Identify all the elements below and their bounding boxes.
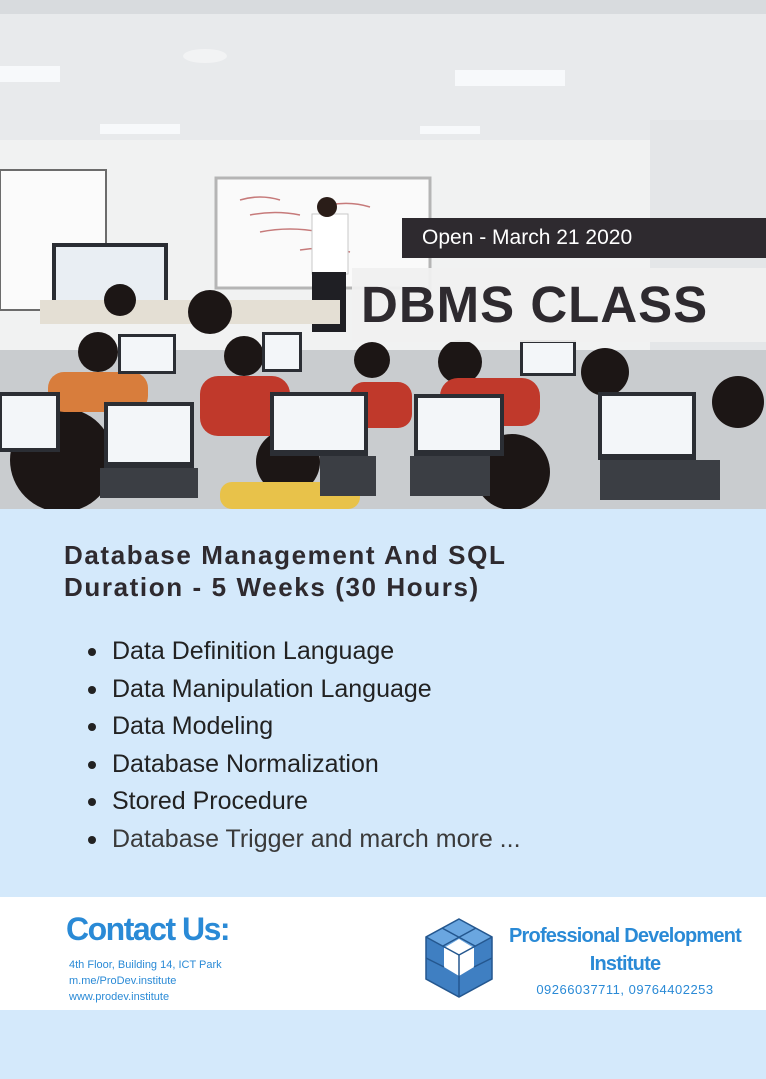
contact-details: 4th Floor, Building 14, ICT Park m.me/Pr… — [69, 957, 222, 1005]
course-info-section: Database Management And SQL Duration - 5… — [0, 509, 766, 897]
institute-logo-icon — [425, 918, 493, 998]
contact-section: Contact Us: 4th Floor, Building 14, ICT … — [0, 897, 766, 1010]
contact-heading: Contact Us: — [66, 911, 231, 947]
topic-label: Stored Procedure — [112, 787, 308, 816]
topic-label: Database Normalization — [112, 749, 379, 778]
list-item: Data Modeling — [88, 708, 521, 746]
footer-band — [0, 1010, 766, 1079]
phone-numbers: 09266037711, 09764402253 — [536, 982, 714, 997]
organization-name: Professional Development Institute — [500, 922, 750, 978]
open-date-banner: Open - March 21 2020 — [402, 218, 766, 258]
list-item: Data Manipulation Language — [88, 671, 521, 709]
bullet-icon — [88, 685, 96, 694]
bullet-icon — [88, 835, 96, 844]
organization-name-line1: Professional Development — [509, 925, 742, 947]
bullet-icon — [88, 760, 96, 769]
list-item: Data Definition Language — [88, 633, 521, 671]
topic-label: Data Modeling — [112, 712, 274, 741]
course-duration: Duration - 5 Weeks (30 Hours) — [64, 572, 480, 602]
topic-list: Data Definition Language Data Manipulati… — [88, 633, 521, 859]
classroom-photo: Open - March 21 2020 DBMS CLASS — [0, 0, 766, 509]
organization-name-line2: Institute — [589, 953, 661, 975]
bullet-icon — [88, 723, 96, 732]
class-title: DBMS CLASS — [352, 268, 766, 342]
topic-label: Data Definition Language — [112, 637, 395, 665]
list-item: Database Trigger and march more ... — [88, 821, 521, 859]
messenger-link[interactable]: m.me/ProDev.institute — [69, 973, 222, 989]
list-item: Database Normalization — [88, 746, 521, 784]
bullet-icon — [88, 648, 96, 656]
address-text: 4th Floor, Building 14, ICT Park — [69, 959, 222, 971]
course-name: Database Management And SQL — [64, 540, 507, 570]
topic-label: Data Manipulation Language — [112, 674, 432, 703]
topic-label: Database Trigger and march more ... — [112, 824, 521, 853]
course-heading: Database Management And SQL Duration - 5… — [64, 539, 506, 603]
list-item: Stored Procedure — [88, 783, 521, 821]
bullet-icon — [88, 798, 96, 807]
website-link[interactable]: www.prodev.institute — [69, 989, 222, 1005]
